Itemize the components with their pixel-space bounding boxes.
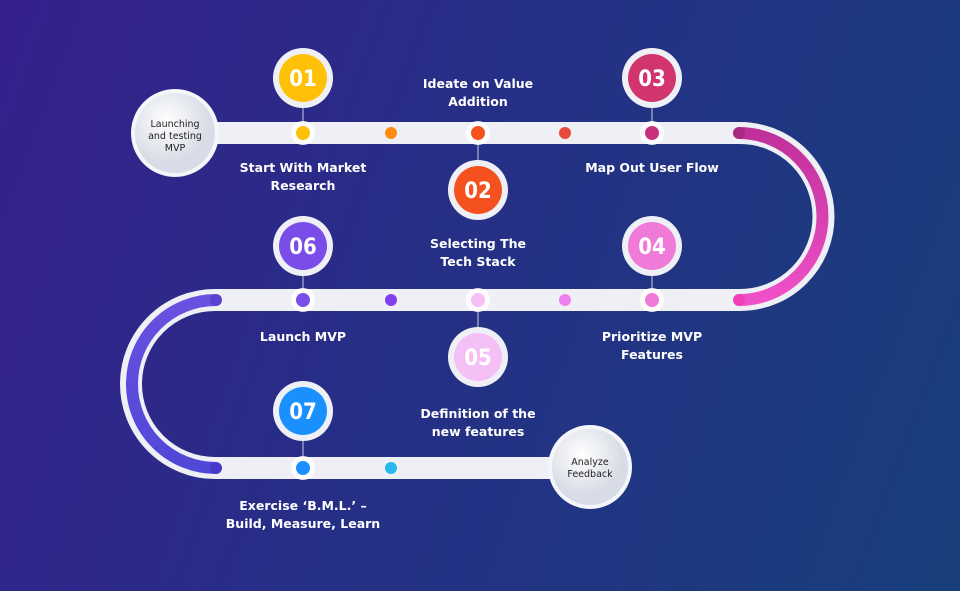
step-label: Start With Market (240, 160, 367, 175)
end-node: Analyze Feedback (548, 425, 632, 509)
start-node-line: MVP (165, 143, 186, 154)
step-badge-07: 07 (273, 381, 333, 441)
step-badge-02: 02 (448, 160, 508, 220)
step-label: Features (621, 347, 683, 362)
start-node: Launching and testing MVP (131, 89, 219, 177)
start-node-line: Launching (150, 119, 199, 130)
mvp-roadmap-diagram: 01 02 03 04 05 06 07 Launching and testing MVP… (120, 48, 835, 531)
step-number: 01 (289, 67, 317, 92)
step-label: Map Out User Flow (585, 160, 719, 175)
step-number: 03 (638, 67, 666, 92)
step-number: 04 (638, 235, 666, 260)
step-label: new features (432, 424, 525, 439)
step-label: Ideate on Value (423, 76, 533, 91)
step-badge-05: 05 (448, 327, 508, 387)
step-number: 02 (464, 179, 492, 204)
step-label: Prioritize MVP (602, 329, 702, 344)
step-badge-06: 06 (273, 216, 333, 276)
end-node-line: Analyze (571, 457, 609, 468)
step-label: Research (271, 178, 336, 193)
step-label: Selecting The (430, 236, 526, 251)
step-label: Exercise ‘B.M.L.’ – (239, 498, 366, 513)
step-label: Build, Measure, Learn (226, 516, 380, 531)
step-label: Launch MVP (260, 329, 346, 344)
step-label: Addition (448, 94, 508, 109)
step-badge-03: 03 (622, 48, 682, 108)
step-label: Definition of the (420, 406, 535, 421)
step-number: 05 (464, 346, 492, 371)
step-badge-04: 04 (622, 216, 682, 276)
end-node-line: Feedback (567, 469, 613, 480)
step-badge-01: 01 (273, 48, 333, 108)
step-number: 07 (289, 400, 317, 425)
start-node-line: and testing (148, 131, 202, 142)
step-label: Tech Stack (440, 254, 516, 269)
step-number: 06 (289, 235, 317, 260)
